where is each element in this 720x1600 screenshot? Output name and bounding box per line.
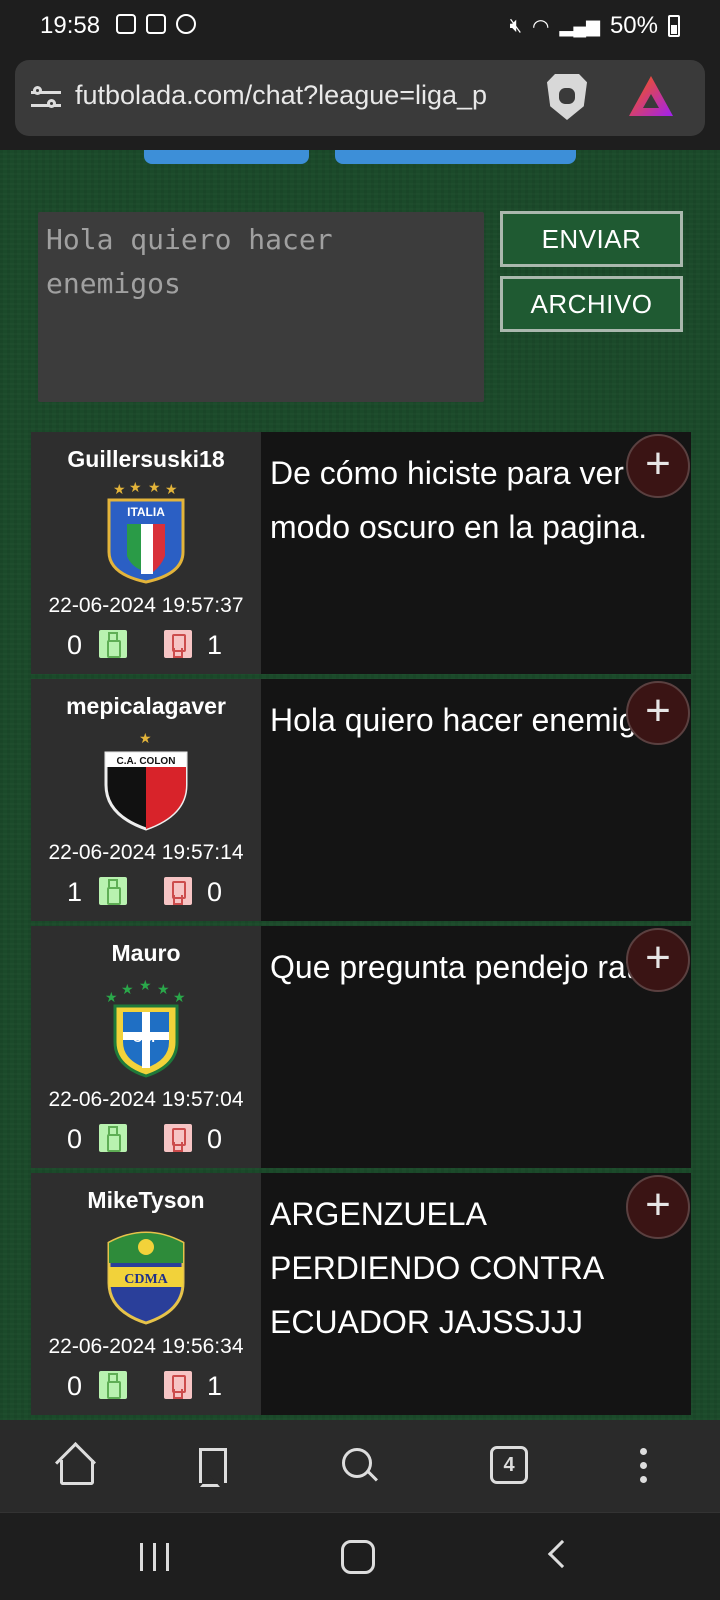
post-author-panel: MikeTyson CDMA 22-06-2024 19:56:34 0 1 — [31, 1173, 261, 1415]
plus-button[interactable]: + — [626, 434, 690, 498]
chat-post: MikeTyson CDMA 22-06-2024 19:56:34 0 1 A… — [31, 1173, 691, 1415]
plus-button[interactable]: + — [626, 1175, 690, 1239]
svg-text:★: ★ — [121, 981, 134, 997]
svg-text:★: ★ — [148, 482, 161, 495]
post-datetime: 22-06-2024 19:57:04 — [48, 1088, 244, 1111]
svg-text:★: ★ — [129, 482, 142, 495]
crest-text: CDMA — [124, 1272, 168, 1287]
cbf-crest-icon: ★ ★ ★ ★ ★ CBF — [105, 977, 186, 1078]
dislike-count: 1 — [207, 630, 223, 660]
post-username[interactable]: mepicalagaver — [31, 693, 261, 720]
post-datetime: 22-06-2024 19:57:14 — [48, 841, 244, 864]
attach-file-button[interactable]: ARCHIVO — [500, 276, 683, 332]
browser-bottom-bar: 4 — [0, 1420, 720, 1512]
post-username[interactable]: Guillersuski18 — [31, 446, 261, 473]
svg-text:★: ★ — [139, 977, 152, 993]
browser-toolbar: futbolada.com/chat?league=liga_p — [0, 52, 720, 150]
system-nav-bar — [0, 1512, 720, 1600]
home-icon[interactable] — [54, 1444, 98, 1488]
thumbs-down-icon[interactable] — [164, 1124, 192, 1152]
cdma-crest-icon: CDMA — [107, 1231, 185, 1325]
clock: 19:58 — [40, 12, 101, 39]
thumbs-down-icon[interactable] — [164, 877, 192, 905]
colon-crest-icon: ★ C.A. COLON — [104, 730, 188, 831]
bookmark-icon[interactable] — [190, 1444, 234, 1488]
plus-button[interactable]: + — [626, 681, 690, 745]
post-message: ARGENZUELA PERDIENDO CONTRA ECUADOR JAJS… — [270, 1196, 603, 1340]
post-message: Hola quiero hacer enemigos — [270, 702, 671, 738]
status-bar: 19:58 🔇︎ ◠ ▂▄▆ 50% — [0, 0, 720, 52]
message-input[interactable] — [38, 212, 484, 402]
svg-text:★: ★ — [173, 989, 186, 1005]
crest-text: C.A. COLON — [117, 756, 176, 767]
thumbs-up-icon[interactable] — [99, 1124, 127, 1152]
nav-tab-button[interactable] — [144, 150, 309, 164]
like-count: 0 — [67, 1371, 83, 1401]
thumbs-up-icon[interactable] — [99, 877, 127, 905]
send-button[interactable]: ENVIAR — [500, 211, 683, 267]
plus-button[interactable]: + — [626, 928, 690, 992]
site-settings-icon[interactable] — [31, 86, 61, 112]
chat-page: ENVIAR ARCHIVO Guillersuski18 ★ ★ ★ ★ IT… — [0, 150, 720, 1420]
battery-icon — [668, 15, 680, 37]
chat-post: Guillersuski18 ★ ★ ★ ★ ITALIA 22-06-2024… — [31, 432, 691, 674]
vote-bar: 0 1 — [31, 1369, 261, 1405]
svg-text:★: ★ — [139, 730, 152, 746]
app-notification-icon — [146, 14, 166, 34]
svg-text:★: ★ — [113, 482, 126, 497]
crest-text: CBF — [133, 1030, 160, 1045]
signal-icon: ▂▄▆ — [559, 15, 600, 36]
thumbs-down-icon[interactable] — [164, 630, 192, 658]
thumbs-down-icon[interactable] — [164, 1371, 192, 1399]
post-message: De cómo hiciste para ver modo oscuro en … — [270, 455, 648, 545]
thumbs-up-icon[interactable] — [99, 630, 127, 658]
vote-bar: 0 1 — [31, 628, 261, 664]
gallery-notification-icon — [116, 14, 136, 34]
post-author-panel: Guillersuski18 ★ ★ ★ ★ ITALIA 22-06-2024… — [31, 432, 261, 674]
svg-text:★: ★ — [165, 482, 178, 497]
post-message: Que pregunta pendejo rata — [270, 949, 653, 985]
like-count: 0 — [67, 1124, 83, 1154]
post-username[interactable]: Mauro — [31, 940, 261, 967]
battery-percent: 50% — [609, 12, 658, 39]
nav-tab-button[interactable] — [335, 150, 576, 164]
like-count: 0 — [67, 630, 83, 660]
back-icon[interactable] — [547, 1539, 577, 1569]
like-count: 1 — [67, 877, 83, 907]
search-icon[interactable] — [338, 1444, 382, 1488]
post-author-panel: Mauro ★ ★ ★ ★ ★ CBF 22-06-2024 19:57:04 … — [31, 926, 261, 1168]
chat-post: Mauro ★ ★ ★ ★ ★ CBF 22-06-2024 19:57:04 … — [31, 926, 691, 1168]
svg-text:★: ★ — [105, 989, 118, 1005]
address-bar[interactable]: futbolada.com/chat?league=liga_p — [15, 60, 705, 136]
thumbs-up-icon[interactable] — [99, 1371, 127, 1399]
system-home-icon[interactable] — [341, 1540, 375, 1574]
tabs-counter-icon[interactable]: 4 — [490, 1446, 528, 1484]
mute-icon: 🔇︎ — [509, 14, 523, 37]
brave-rewards-icon[interactable] — [629, 76, 673, 116]
vote-bar: 0 0 — [31, 1122, 261, 1158]
dislike-count: 0 — [207, 877, 223, 907]
vote-bar: 1 0 — [31, 875, 261, 911]
post-username[interactable]: MikeTyson — [31, 1187, 261, 1214]
crest-text: ITALIA — [127, 505, 165, 519]
chat-post: mepicalagaver ★ C.A. COLON 22-06-2024 19… — [31, 679, 691, 921]
svg-text:★: ★ — [157, 981, 170, 997]
post-datetime: 22-06-2024 19:57:37 — [48, 594, 244, 617]
brave-shields-icon[interactable] — [547, 74, 587, 120]
shazam-notification-icon — [176, 14, 196, 34]
post-datetime: 22-06-2024 19:56:34 — [48, 1335, 244, 1358]
url-text[interactable]: futbolada.com/chat?league=liga_p — [75, 80, 545, 111]
wifi-icon: ◠ — [532, 15, 550, 38]
more-menu-icon[interactable] — [632, 1444, 656, 1488]
dislike-count: 0 — [207, 1124, 223, 1154]
post-author-panel: mepicalagaver ★ C.A. COLON 22-06-2024 19… — [31, 679, 261, 921]
recents-icon[interactable] — [140, 1543, 174, 1571]
dislike-count: 1 — [207, 1371, 223, 1401]
italia-crest-icon: ★ ★ ★ ★ ITALIA — [107, 482, 185, 584]
